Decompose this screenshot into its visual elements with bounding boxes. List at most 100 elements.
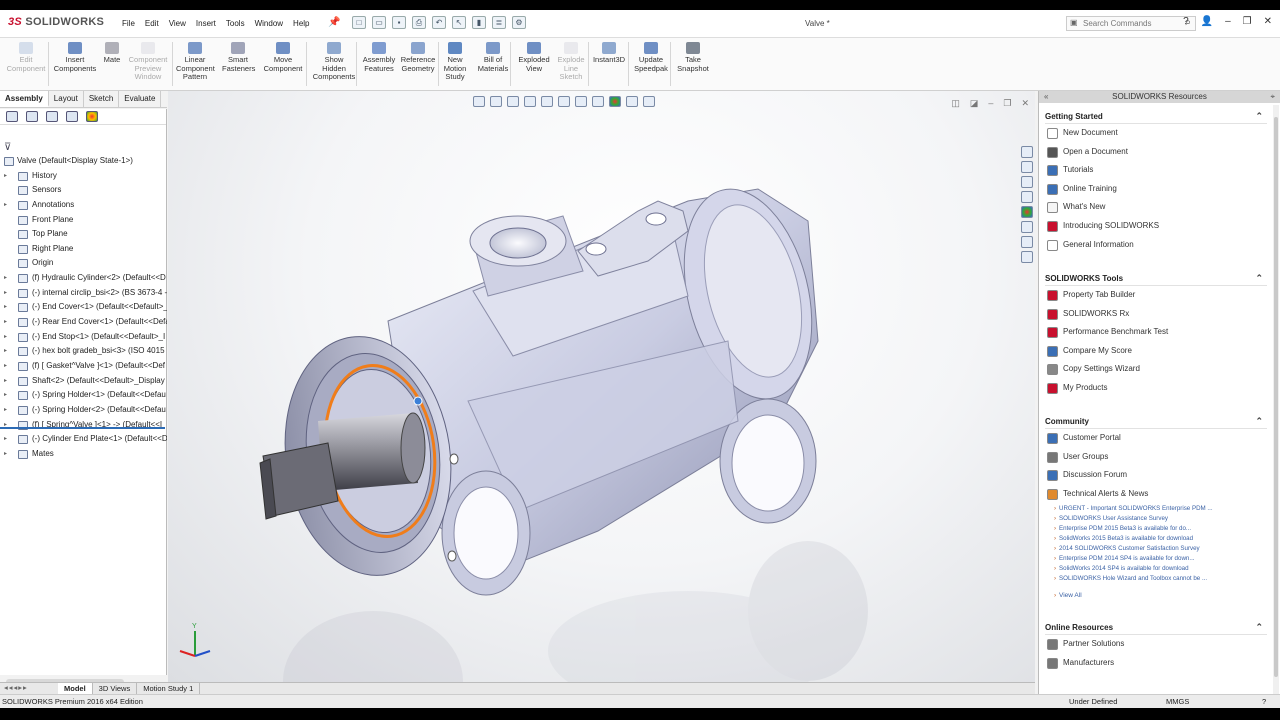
- resource-partner-solutions-link[interactable]: Partner Solutions: [1045, 635, 1267, 654]
- profile-icon[interactable]: 👤: [1201, 16, 1213, 27]
- filter-icon[interactable]: ⊽: [4, 142, 11, 153]
- ribbon-bill-of-materials-button[interactable]: Bill of Materials: [476, 42, 510, 73]
- resource-general-information-link[interactable]: General Information: [1045, 236, 1267, 255]
- resource-property-tab-builder-link[interactable]: Property Tab Builder: [1045, 286, 1267, 305]
- resource-compare-my-score-link[interactable]: Compare My Score: [1045, 342, 1267, 361]
- tree-item[interactable]: ▸ (-) internal circlip_bsi<2> (BS 3673-4 …: [0, 286, 167, 301]
- expand-arrow-icon[interactable]: ▸: [4, 344, 7, 359]
- help-icon[interactable]: ?: [1183, 16, 1189, 27]
- resource-open-a-document-link[interactable]: Open a Document: [1045, 143, 1267, 162]
- expand-arrow-icon[interactable]: ▸: [4, 447, 7, 462]
- ribbon-update-speedpak-button[interactable]: Update Speedpak: [633, 42, 669, 73]
- resource-tutorials-link[interactable]: Tutorials: [1045, 161, 1267, 180]
- chevron-up-icon[interactable]: ⌃: [1255, 271, 1263, 286]
- chevron-up-icon[interactable]: ⌃: [1255, 414, 1263, 429]
- expand-arrow-icon[interactable]: ▸: [4, 359, 7, 374]
- design-library-icon[interactable]: [1021, 161, 1033, 173]
- news-link[interactable]: SolidWorks 2014 SP4 is available for dow…: [1045, 564, 1267, 574]
- tree-item[interactable]: ▸ (-) Cylinder End Plate<1> (Default<<D: [0, 432, 167, 447]
- solidworks-forum-icon[interactable]: [1021, 236, 1033, 248]
- section-title[interactable]: Online Resources ⌃: [1045, 620, 1267, 635]
- expand-arrow-icon[interactable]: ▸: [4, 286, 7, 301]
- save-icon[interactable]: ▪: [392, 16, 406, 29]
- section-title[interactable]: Community ⌃: [1045, 414, 1267, 429]
- resource-introducing-solidworks-link[interactable]: Introducing SOLIDWORKS: [1045, 217, 1267, 236]
- minimize-button[interactable]: –: [1225, 16, 1231, 27]
- pin-icon[interactable]: 📌: [328, 17, 340, 28]
- ribbon-edit-component-button[interactable]: Edit Component: [6, 42, 46, 73]
- print-icon[interactable]: ⎙: [412, 16, 426, 29]
- news-link[interactable]: SolidWorks 2015 Beta3 is available for d…: [1045, 534, 1267, 544]
- tab-3d-views[interactable]: 3D Views: [93, 683, 138, 694]
- ribbon-instant3d-button[interactable]: Instant3D: [590, 42, 628, 65]
- resource-copy-settings-wizard-link[interactable]: Copy Settings Wizard: [1045, 360, 1267, 379]
- tree-root-valve[interactable]: Valve (Default<Display State-1>): [0, 154, 167, 169]
- resource-customer-portal-link[interactable]: Customer Portal: [1045, 429, 1267, 448]
- menu-view[interactable]: View: [169, 19, 186, 28]
- menu-window[interactable]: Window: [255, 19, 283, 28]
- selection-handle[interactable]: [413, 396, 423, 406]
- menu-file[interactable]: File: [122, 19, 135, 28]
- news-link[interactable]: 2014 SOLIDWORKS Customer Satisfaction Su…: [1045, 544, 1267, 554]
- tree-item[interactable]: ▸ History: [0, 169, 167, 184]
- options-gear-icon[interactable]: ⚙: [512, 16, 526, 29]
- expand-arrow-icon[interactable]: ▸: [4, 198, 7, 213]
- expand-arrow-icon[interactable]: ▸: [4, 403, 7, 418]
- status-help-icon[interactable]: ?: [1262, 695, 1266, 708]
- restore-button[interactable]: ❐: [1243, 16, 1252, 27]
- resource-what-s-new-link[interactable]: What's New: [1045, 198, 1267, 217]
- tree-item[interactable]: ▸ (f) [ Spring^Valve ]<1> -> (Default<<I: [0, 418, 167, 433]
- expand-arrow-icon[interactable]: ▸: [4, 315, 7, 330]
- custom-properties-icon[interactable]: [1021, 221, 1033, 233]
- ribbon-exploded-view-button[interactable]: Exploded View: [516, 42, 552, 73]
- section-title[interactable]: Getting Started ⌃: [1045, 109, 1267, 124]
- resources-home-icon[interactable]: [1021, 146, 1033, 158]
- tab-model[interactable]: Model: [58, 683, 93, 694]
- recovery-icon[interactable]: [1021, 251, 1033, 263]
- tree-item[interactable]: ▸ (-) Rear End Cover<1> (Default<<Defa: [0, 315, 167, 330]
- tab-scroll-arrows[interactable]: ◂◂◂▸▸: [0, 683, 58, 694]
- close-button[interactable]: ✕: [1264, 16, 1272, 27]
- tree-item[interactable]: ▸ (-) End Stop<1> (Default<<Default>_I: [0, 330, 167, 345]
- tree-item[interactable]: ▸ Mates: [0, 447, 167, 462]
- ribbon-component-preview-window-button[interactable]: Component Preview Window: [128, 42, 168, 82]
- tree-item[interactable]: ▸ (f) Hydraulic Cylinder<2> (Default<<D: [0, 271, 167, 286]
- rebuild-icon[interactable]: ▮: [472, 16, 486, 29]
- collapse-pane-icon[interactable]: «: [1044, 91, 1048, 103]
- expand-arrow-icon[interactable]: ▸: [4, 169, 7, 184]
- undo-icon[interactable]: ↶: [432, 16, 446, 29]
- open-file-icon[interactable]: ▭: [372, 16, 386, 29]
- chevron-up-icon[interactable]: ⌃: [1255, 109, 1263, 124]
- tab-layout[interactable]: Layout: [49, 91, 84, 107]
- tree-item[interactable]: ▸ (-) hex bolt gradeb_bsi<3> (ISO 4015 -: [0, 344, 167, 359]
- resource-performance-benchmark-test-link[interactable]: Performance Benchmark Test: [1045, 323, 1267, 342]
- appearances-icon[interactable]: [1021, 206, 1033, 218]
- dimxpert-icon[interactable]: [66, 111, 78, 122]
- news-link[interactable]: SOLIDWORKS User Assistance Survey: [1045, 514, 1267, 524]
- expand-arrow-icon[interactable]: ▸: [4, 271, 7, 286]
- ribbon-show-hidden-components-button[interactable]: Show Hidden Components: [312, 42, 356, 82]
- resource-technical-alerts-news-link[interactable]: Technical Alerts & News: [1045, 485, 1267, 504]
- ribbon-take-snapshot-button[interactable]: Take Snapshot: [676, 42, 710, 73]
- tab-evaluate[interactable]: Evaluate: [119, 91, 162, 107]
- tab-sketch[interactable]: Sketch: [84, 91, 120, 107]
- section-title[interactable]: SOLIDWORKS Tools ⌃: [1045, 271, 1267, 286]
- ribbon-move-component-button[interactable]: Move Component: [262, 42, 304, 73]
- expand-arrow-icon[interactable]: ▸: [4, 330, 7, 345]
- graphics-area[interactable]: ◫ ◪ – ❐ ✕ Y: [168, 91, 1035, 683]
- tree-item[interactable]: ▸ (-) End Cover<1> (Default<<Default>_: [0, 300, 167, 315]
- tree-item[interactable]: Front Plane: [0, 213, 167, 228]
- tree-item[interactable]: ▸ Annotations: [0, 198, 167, 213]
- tab-motion-study-1[interactable]: Motion Study 1: [137, 683, 201, 694]
- tree-item[interactable]: ▸ (-) Spring Holder<1> (Default<<Defau: [0, 388, 167, 403]
- tree-item[interactable]: ▸ (-) Spring Holder<2> (Default<<Defau: [0, 403, 167, 418]
- menu-edit[interactable]: Edit: [145, 19, 159, 28]
- resource-discussion-forum-link[interactable]: Discussion Forum: [1045, 466, 1267, 485]
- ribbon-linear-component-pattern-button[interactable]: Linear Component Pattern: [176, 42, 215, 82]
- expand-arrow-icon[interactable]: ▸: [4, 300, 7, 315]
- new-file-icon[interactable]: □: [352, 16, 366, 29]
- menu-tools[interactable]: Tools: [226, 19, 245, 28]
- tree-item[interactable]: Origin: [0, 256, 167, 271]
- ribbon-explode-line-sketch-button[interactable]: Explode Line Sketch: [556, 42, 586, 82]
- rollback-bar[interactable]: [0, 427, 165, 429]
